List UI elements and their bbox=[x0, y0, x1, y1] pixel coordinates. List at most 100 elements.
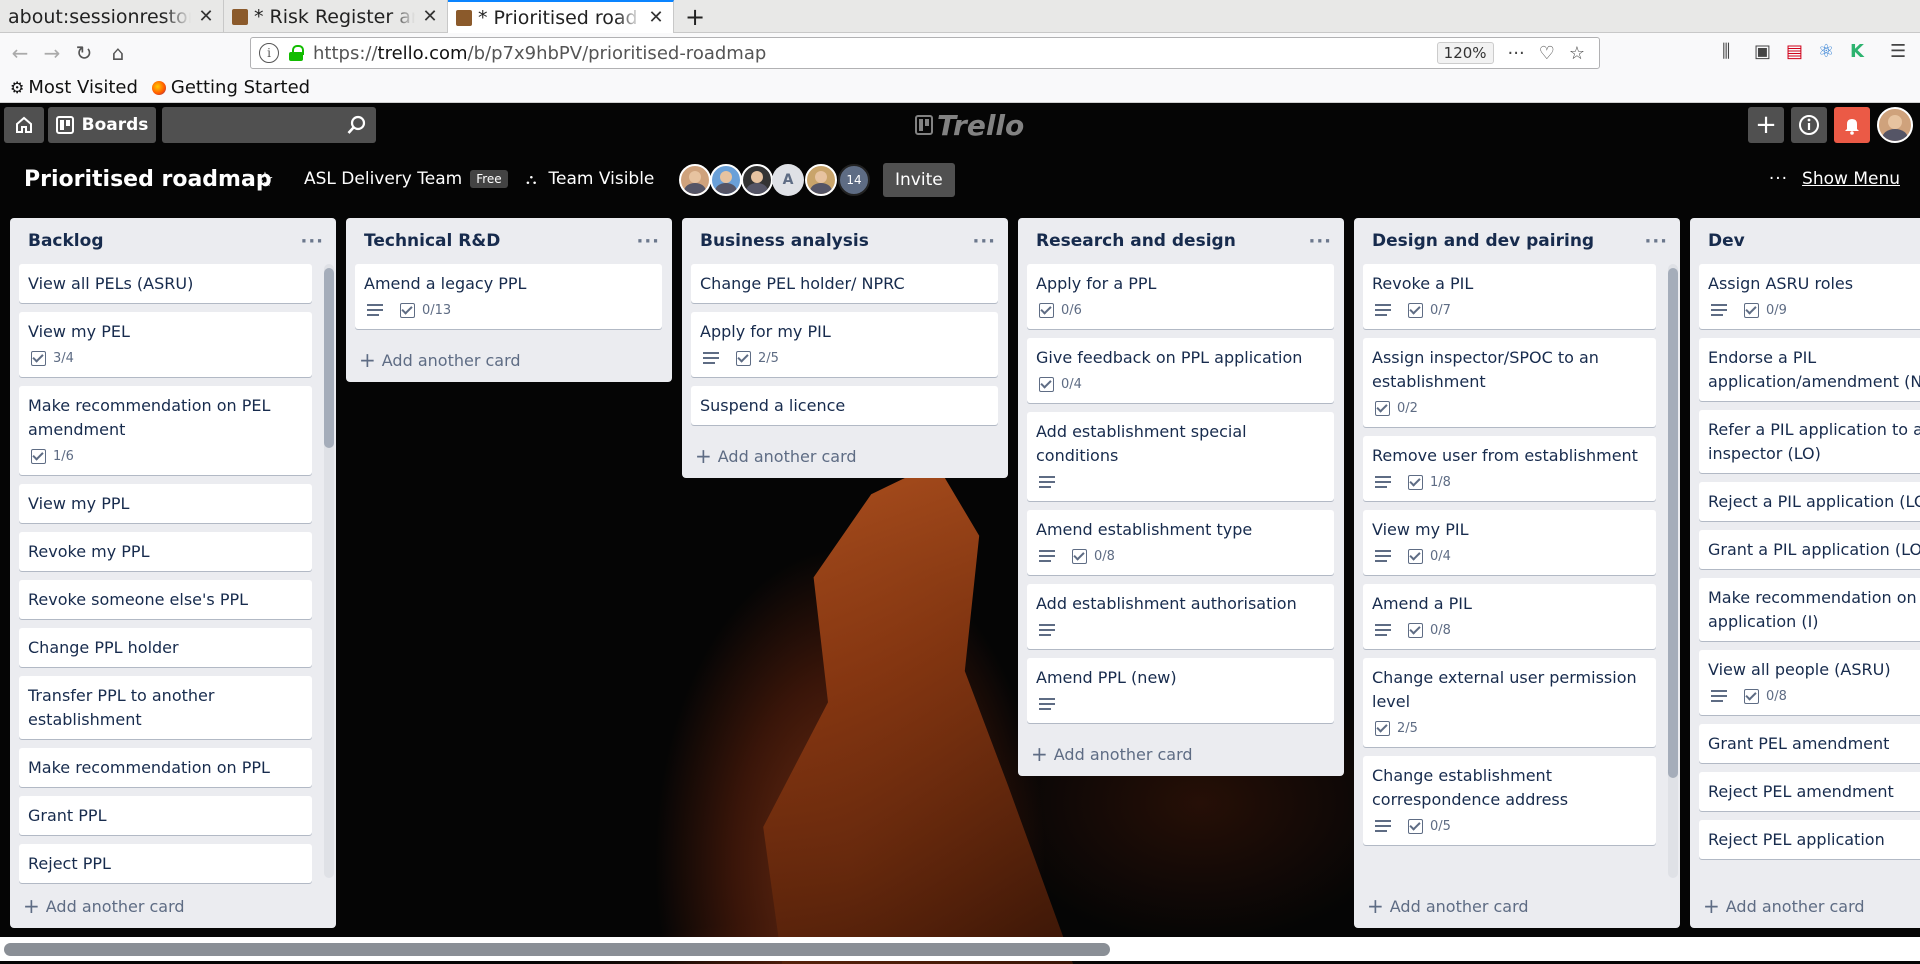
card[interactable]: Revoke someone else's PPL bbox=[19, 580, 312, 619]
close-icon[interactable]: ✕ bbox=[197, 6, 215, 27]
card[interactable]: Grant a PIL application (LO) bbox=[1699, 530, 1920, 569]
pocket-icon[interactable]: ♡ bbox=[1539, 43, 1555, 64]
card[interactable]: Endorse a PIL application/amendment (NTC… bbox=[1699, 338, 1920, 401]
card[interactable]: Give feedback on PPL application 0/4 bbox=[1027, 338, 1334, 403]
user-avatar[interactable] bbox=[1877, 107, 1913, 143]
close-icon[interactable]: ✕ bbox=[421, 6, 439, 27]
list-menu-icon[interactable]: ··· bbox=[972, 231, 996, 252]
card[interactable]: Grant PEL amendment bbox=[1699, 724, 1920, 763]
list-title[interactable]: Technical R&D bbox=[364, 231, 500, 251]
add-card-button[interactable]: + Add another card bbox=[1354, 884, 1680, 928]
card[interactable]: Transfer PPL to another establishment bbox=[19, 676, 312, 739]
team-button[interactable]: ASL Delivery Team Free bbox=[304, 157, 508, 201]
browser-tab[interactable]: * Risk Register an ✕ bbox=[224, 0, 448, 33]
back-arrow-icon[interactable]: ← bbox=[6, 39, 34, 67]
extension-k-icon[interactable]: K bbox=[1850, 41, 1864, 62]
search-input[interactable] bbox=[162, 107, 376, 143]
card[interactable]: Change establishment correspondence addr… bbox=[1363, 756, 1656, 845]
menu-hamburger-icon[interactable]: ☰ bbox=[1890, 41, 1906, 62]
bookmark-most-visited[interactable]: ⚙ Most Visited bbox=[10, 77, 138, 98]
list-title[interactable]: Design and dev pairing bbox=[1372, 231, 1594, 251]
member-avatar[interactable] bbox=[710, 164, 742, 196]
card[interactable]: View all PELs (ASRU) bbox=[19, 264, 312, 303]
sidebar-icon[interactable]: ▣ bbox=[1754, 41, 1771, 62]
info-icon[interactable]: i bbox=[259, 43, 279, 63]
list-menu-icon[interactable]: ··· bbox=[636, 231, 660, 252]
card[interactable]: Revoke a PIL 0/7 bbox=[1363, 264, 1656, 329]
card[interactable]: View my PPL bbox=[19, 484, 312, 523]
add-card-button[interactable]: + Add another card bbox=[682, 434, 1008, 478]
card[interactable]: Add establishment authorisation bbox=[1027, 584, 1334, 649]
list-menu-icon[interactable]: ··· bbox=[1644, 231, 1668, 252]
list-scrollbar-thumb[interactable] bbox=[324, 268, 334, 448]
home-button[interactable] bbox=[4, 107, 44, 143]
list-dev[interactable]: Dev··· Assign ASRU roles 0/9 Endorse a PIL … bbox=[1690, 218, 1920, 928]
board-title[interactable]: Prioritised roadmap bbox=[24, 157, 272, 201]
card[interactable]: Assign ASRU roles 0/9 bbox=[1699, 264, 1920, 329]
card[interactable]: Amend a legacy PPL 0/13 bbox=[355, 264, 662, 329]
card[interactable]: Apply for a PPL 0/6 bbox=[1027, 264, 1334, 329]
list-technical-r-d[interactable]: Technical R&D ··· Amend a legacy PPL 0/13 + A… bbox=[346, 218, 672, 382]
card[interactable]: Change PEL holder/ NPRC bbox=[691, 264, 998, 303]
card[interactable]: Make recommendation on re PIL applicatio… bbox=[1699, 578, 1920, 641]
list-scrollbar-thumb[interactable] bbox=[1668, 268, 1678, 778]
card[interactable]: Change external user permission level 2/5 bbox=[1363, 658, 1656, 747]
member-avatar[interactable] bbox=[679, 164, 711, 196]
trello-logo[interactable]: Trello bbox=[915, 109, 1024, 142]
zoom-indicator[interactable]: 120% bbox=[1436, 42, 1494, 64]
list-header[interactable]: Business analysis ··· bbox=[682, 218, 1008, 264]
create-button[interactable]: + bbox=[1748, 107, 1784, 143]
list-title[interactable]: Backlog bbox=[28, 231, 104, 251]
member-avatar-initial[interactable]: A bbox=[772, 164, 804, 196]
list-header[interactable]: Technical R&D ··· bbox=[346, 218, 672, 264]
list-header[interactable]: Research and design ··· bbox=[1018, 218, 1344, 264]
list-scrollbar[interactable] bbox=[324, 264, 334, 878]
add-card-button[interactable]: + Add another card bbox=[346, 338, 672, 382]
card[interactable]: Make recommendation on PPL bbox=[19, 748, 312, 787]
reload-icon[interactable]: ↻ bbox=[70, 39, 98, 67]
card[interactable]: Assign inspector/SPOC to an establishmen… bbox=[1363, 338, 1656, 427]
list-backlog[interactable]: Backlog ··· View all PELs (ASRU) View my PE… bbox=[10, 218, 336, 928]
extension-icon[interactable]: ▤ bbox=[1786, 41, 1803, 62]
add-card-button[interactable]: + Add another card bbox=[10, 884, 336, 928]
card[interactable]: Apply for my PIL 2/5 bbox=[691, 312, 998, 377]
react-devtools-icon[interactable]: ⚛ bbox=[1818, 41, 1834, 62]
card[interactable]: Amend a PIL 0/8 bbox=[1363, 584, 1656, 649]
close-icon[interactable]: ✕ bbox=[647, 7, 665, 28]
invite-button[interactable]: Invite bbox=[883, 163, 955, 197]
card[interactable]: Amend PPL (new) bbox=[1027, 658, 1334, 723]
card[interactable]: View all people (ASRU) 0/8 bbox=[1699, 650, 1920, 715]
horizontal-scrollbar[interactable] bbox=[0, 937, 1920, 961]
forward-arrow-icon[interactable]: → bbox=[38, 39, 66, 67]
horizontal-scrollbar-thumb[interactable] bbox=[4, 943, 1110, 956]
member-avatar[interactable] bbox=[741, 164, 773, 196]
lock-icon[interactable] bbox=[289, 45, 304, 61]
member-count-badge[interactable]: 14 bbox=[838, 164, 870, 196]
url-text[interactable]: https://trello.com/b/p7x9hbPV/prioritise… bbox=[313, 43, 1437, 64]
visibility-button[interactable]: ⛬ Team Visible bbox=[526, 157, 654, 201]
card[interactable]: Change PPL holder bbox=[19, 628, 312, 667]
page-actions-icon[interactable]: ··· bbox=[1508, 43, 1525, 64]
list-menu-icon[interactable]: ··· bbox=[1308, 231, 1332, 252]
add-card-button[interactable]: + Add another card bbox=[1018, 732, 1344, 776]
bookmark-star-icon[interactable]: ☆ bbox=[1569, 43, 1585, 64]
list-title[interactable]: Research and design bbox=[1036, 231, 1236, 251]
card[interactable]: Suspend a licence bbox=[691, 386, 998, 425]
card[interactable]: Reject a PIL application (LO) bbox=[1699, 482, 1920, 521]
list-title[interactable]: Dev bbox=[1708, 231, 1745, 251]
browser-tab[interactable]: about:sessionrestore ✕ bbox=[0, 0, 224, 33]
card[interactable]: View my PEL 3/4 bbox=[19, 312, 312, 377]
list-menu-icon[interactable]: ··· bbox=[300, 231, 324, 252]
notifications-button[interactable] bbox=[1834, 107, 1870, 143]
list-scrollbar[interactable] bbox=[1668, 264, 1678, 878]
show-menu-button[interactable]: ··· Show Menu bbox=[1769, 157, 1900, 201]
card[interactable]: Add establishment special conditions bbox=[1027, 412, 1334, 501]
list-title[interactable]: Business analysis bbox=[700, 231, 869, 251]
browser-tab-active[interactable]: * Prioritised road ✕ bbox=[448, 0, 674, 33]
card[interactable]: Remove user from establishment 1/8 bbox=[1363, 436, 1656, 501]
card[interactable]: Reject PEL application bbox=[1699, 820, 1920, 859]
card[interactable]: Refer a PIL application to an inspector … bbox=[1699, 410, 1920, 473]
search-icon[interactable] bbox=[346, 114, 368, 136]
star-button[interactable]: ☆ bbox=[256, 157, 274, 201]
card[interactable]: Make recommendation on PEL amendment 1/6 bbox=[19, 386, 312, 475]
